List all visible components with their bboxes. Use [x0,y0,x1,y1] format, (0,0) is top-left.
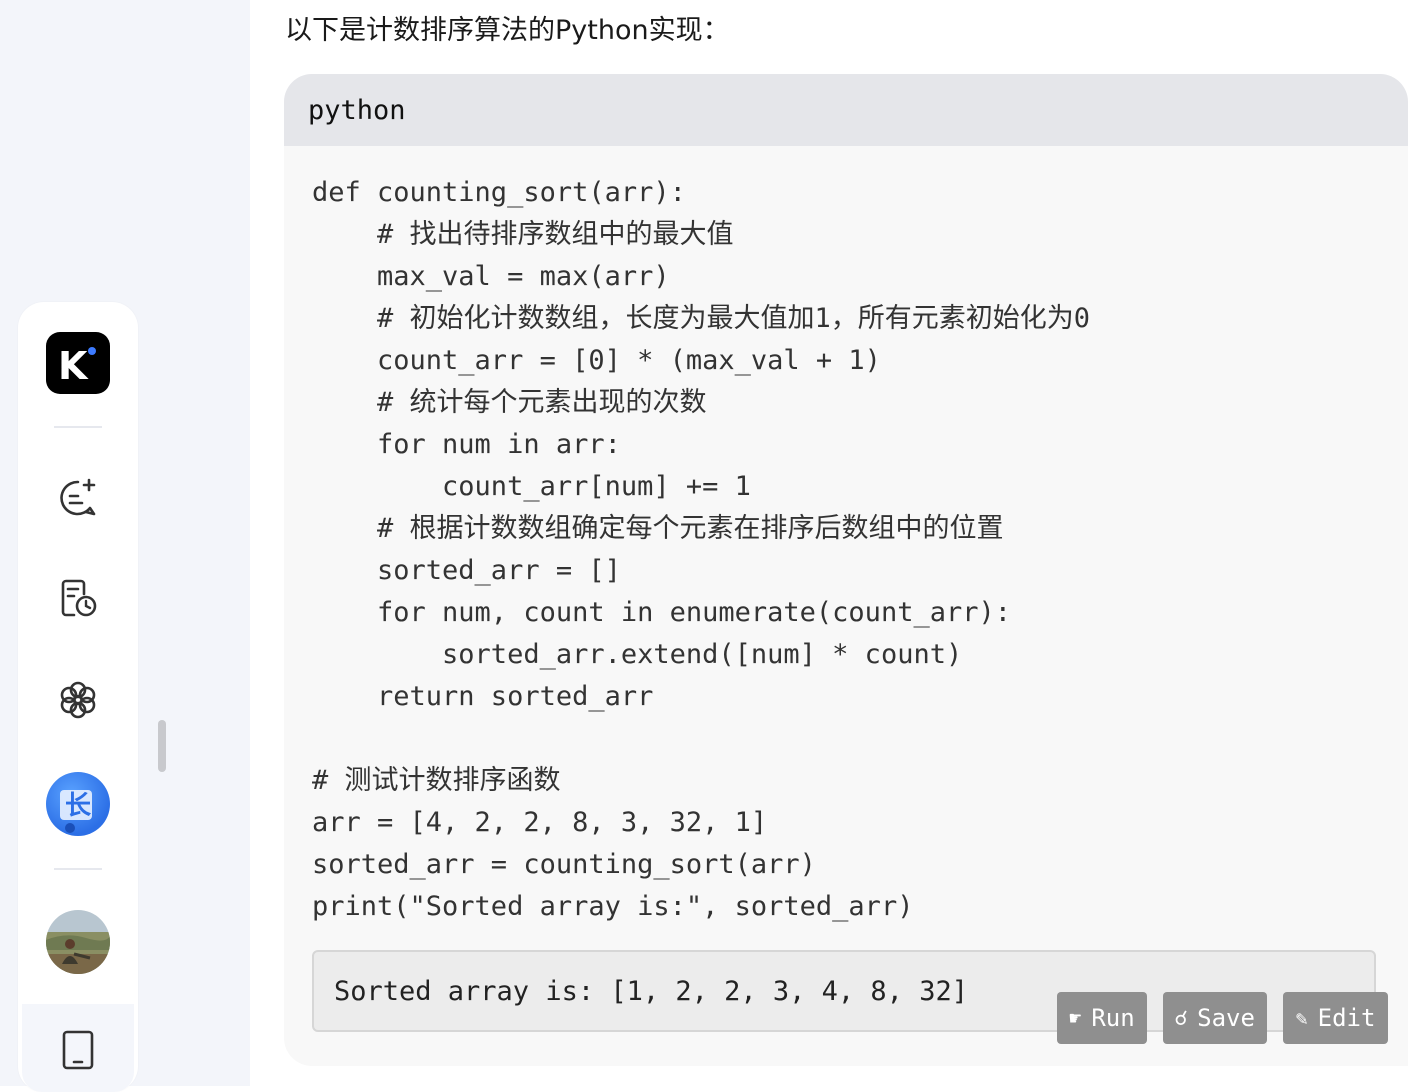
history-icon [61,579,97,617]
sidebar-item-discover[interactable] [46,668,110,732]
save-button[interactable]: ☌ Save [1163,992,1267,1044]
code-line: # 根据计数数组确定每个元素在排序后数组中的位置 [312,513,1004,544]
code-line: count_arr = [0] * (max_val + 1) [312,345,881,376]
run-icon: ☛ [1069,1006,1082,1030]
code-line: # 测试计数排序函数 [312,765,561,796]
code-line: sorted_arr = counting_sort(arr) [312,849,816,880]
save-icon: ☌ [1175,1006,1188,1030]
code-line: sorted_arr = [] [312,555,621,586]
intro-text: 以下是计数排序算法的Python实现： [285,15,730,46]
code-line: arr = [4, 2, 2, 8, 3, 32, 1] [312,807,768,838]
sidebar-item-new-chat[interactable] [46,466,110,530]
code-line: print("Sorted array is:", sorted_arr) [312,891,914,922]
sidebar-divider [54,426,102,428]
run-button-label: Run [1091,1004,1135,1032]
assistant-avatar: 长 [46,772,110,836]
code-line: # 统计每个元素出现的次数 [312,387,707,418]
code-line: # 初始化计数数组，长度为最大值加1，所有元素初始化为0 [312,303,1091,334]
svg-text:K: K [58,344,89,388]
sidebar-item-device[interactable] [46,1018,110,1082]
save-button-label: Save [1197,1004,1255,1032]
code-language-label: python [284,74,1408,146]
code-line: for num, count in enumerate(count_arr): [312,597,1011,628]
code-content: def counting_sort(arr): # 找出待排序数组中的最大值 m… [312,172,1090,928]
code-block: python def counting_sort(arr): # 找出待排序数组… [284,74,1408,1066]
edit-button-label: Edit [1317,1004,1376,1032]
sidebar-item-profile[interactable] [46,910,110,974]
sidebar-resize-handle[interactable] [158,720,166,772]
code-line: def counting_sort(arr): [312,177,686,208]
sidebar-item-assistant[interactable]: 长 [46,772,110,836]
new-chat-icon [60,478,96,516]
assistant-badge-icon: 长 [60,790,92,833]
sidebar: K 长 [18,302,138,1092]
edit-button[interactable]: ✎ Edit [1283,992,1388,1044]
edit-icon: ✎ [1295,1006,1308,1030]
discover-icon [60,681,96,719]
app-logo[interactable]: K [46,332,110,394]
sidebar-item-history[interactable] [46,566,110,630]
sidebar-divider [54,868,102,870]
code-line: count_arr[num] += 1 [312,471,751,502]
user-photo [46,910,110,974]
code-line: sorted_arr.extend([num] * count) [312,639,963,670]
code-line: for num in arr: [312,429,621,460]
user-avatar [46,910,110,974]
run-button[interactable]: ☛ Run [1057,992,1147,1044]
code-line: return sorted_arr [312,681,654,712]
svg-text:长: 长 [65,791,92,821]
code-line: # 找出待排序数组中的最大值 [312,219,734,250]
code-line: max_val = max(arr) [312,261,670,292]
tablet-icon [62,1030,94,1070]
k-logo-icon: K [58,344,96,388]
